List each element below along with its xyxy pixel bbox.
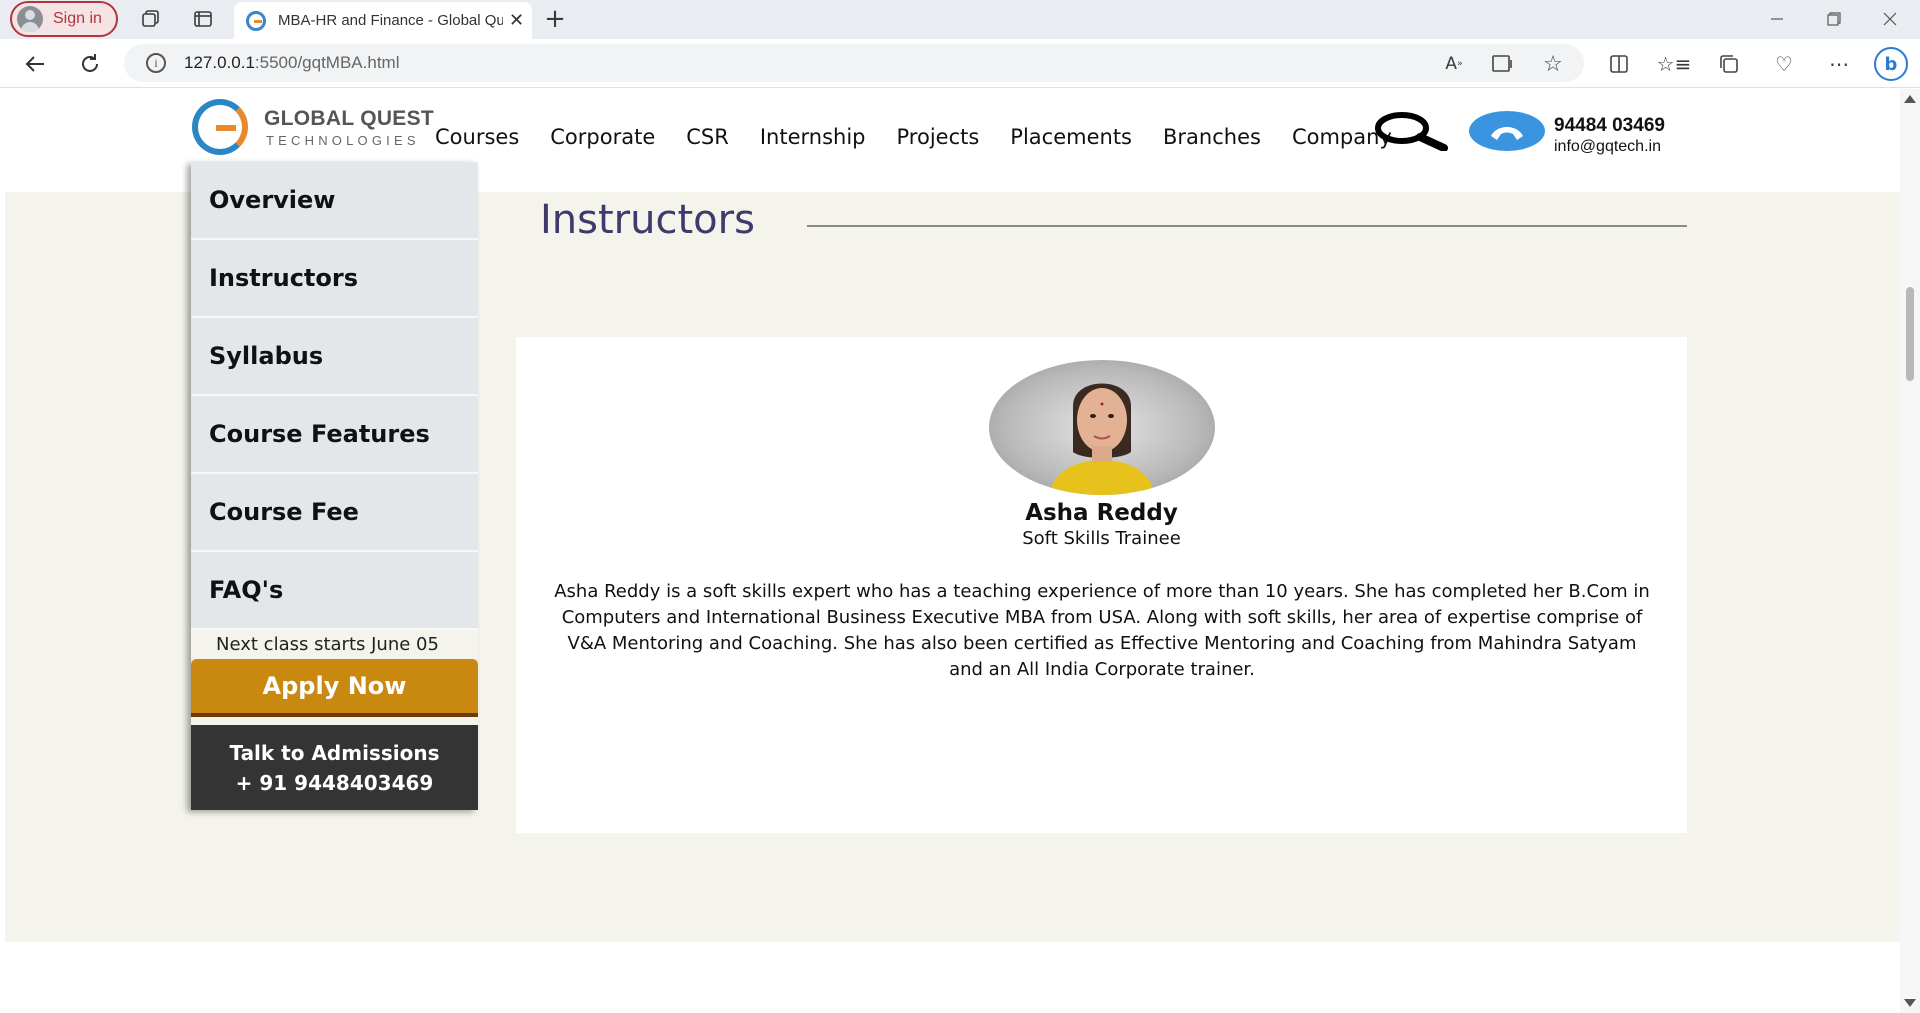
main-nav: Courses Corporate CSR Internship Project… <box>435 125 1423 149</box>
page-viewport: GLOBAL QUEST TECHNOLOGIES Courses Corpor… <box>0 89 1900 1013</box>
favorites-list-icon[interactable]: ☆≡ <box>1657 52 1692 76</box>
sidebar-item-course-features[interactable]: Course Features <box>191 396 478 474</box>
next-class-note: Next class starts June 05 <box>191 630 478 659</box>
copilot-icon[interactable]: b <box>1874 47 1908 81</box>
instructor-role: Soft Skills Trainee <box>1022 528 1181 549</box>
logo-mark-icon <box>192 99 248 155</box>
back-icon[interactable] <box>22 51 48 77</box>
browser-tab-active[interactable]: MBA-HR and Finance - Global Quest Techno… <box>234 2 532 39</box>
instructor-bio: Asha Reddy is a soft skills expert who h… <box>554 581 1650 680</box>
scroll-up-icon[interactable] <box>1904 95 1916 103</box>
tab-actions-icon[interactable] <box>192 8 214 30</box>
scroll-down-icon[interactable] <box>1904 999 1916 1007</box>
new-tab-icon[interactable]: + <box>543 4 567 34</box>
browser-address-bar: i 127.0.0.1:5500/gqtMBA.html A» ☆ ☆≡ ♡ ⋯… <box>0 39 1920 88</box>
close-tab-icon[interactable]: ✕ <box>509 10 524 31</box>
section-title: Instructors <box>540 197 755 243</box>
nav-branches[interactable]: Branches <box>1163 125 1261 149</box>
header-email[interactable]: info@gqtech.in <box>1554 138 1665 156</box>
read-aloud-icon[interactable]: A» <box>1442 52 1466 76</box>
tab-title: MBA-HR and Finance - Global Quest Techno… <box>278 12 503 29</box>
title-divider <box>807 225 1687 227</box>
sidebar-item-faqs[interactable]: FAQ's <box>191 552 478 630</box>
favorite-star-icon[interactable]: ☆ <box>1541 52 1565 77</box>
sidebar-item-instructors[interactable]: Instructors <box>191 240 478 318</box>
header-phone[interactable]: 94484 03469 <box>1554 115 1665 137</box>
nav-csr[interactable]: CSR <box>686 125 729 149</box>
logo-name: GLOBAL QUEST <box>264 107 435 130</box>
restore-icon[interactable] <box>1822 8 1846 30</box>
nav-placements[interactable]: Placements <box>1010 125 1132 149</box>
signin-button[interactable]: Sign in <box>10 1 118 37</box>
immersive-reader-icon[interactable] <box>1491 52 1515 76</box>
refresh-icon[interactable] <box>77 51 103 77</box>
profile-avatar-icon <box>17 6 43 32</box>
site-info-icon[interactable]: i <box>146 53 166 73</box>
search-icon[interactable] <box>1374 111 1448 152</box>
site-favicon-icon <box>246 10 266 31</box>
collections-icon[interactable] <box>1717 52 1741 76</box>
course-sidebar: Overview Instructors Syllabus Course Fea… <box>191 162 478 810</box>
minimize-icon[interactable] <box>1765 8 1789 30</box>
talk-phone: + 91 9448403469 <box>235 770 434 795</box>
contact-info: 94484 03469 info@gqtech.in <box>1554 115 1665 156</box>
sidebar-item-overview[interactable]: Overview <box>191 162 478 240</box>
split-screen-icon[interactable] <box>1607 52 1631 76</box>
sidebar-spacer <box>191 717 478 725</box>
talk-label: Talk to Admissions <box>229 740 440 765</box>
instructor-name: Asha Reddy <box>1025 500 1178 526</box>
instructor-photo <box>989 360 1215 495</box>
nav-corporate[interactable]: Corporate <box>550 125 655 149</box>
nav-internship[interactable]: Internship <box>760 125 866 149</box>
site-logo[interactable]: GLOBAL QUEST TECHNOLOGIES <box>192 99 434 155</box>
workspaces-icon[interactable] <box>140 8 162 30</box>
more-options-icon[interactable]: ⋯ <box>1827 52 1851 76</box>
browser-tab-bar: Sign in MBA-HR and Finance - Global Ques… <box>0 0 1920 39</box>
url-field[interactable]: i 127.0.0.1:5500/gqtMBA.html <box>124 44 1584 82</box>
page-scrollbar[interactable] <box>1900 89 1920 1013</box>
sidebar-item-syllabus[interactable]: Syllabus <box>191 318 478 396</box>
phone-icon[interactable] <box>1469 111 1545 151</box>
scrollbar-thumb[interactable] <box>1906 287 1914 381</box>
close-window-icon[interactable] <box>1878 8 1902 30</box>
nav-projects[interactable]: Projects <box>897 125 980 149</box>
logo-tagline: TECHNOLOGIES <box>266 133 420 148</box>
apply-now-button[interactable]: Apply Now <box>191 659 478 717</box>
signin-label: Sign in <box>53 10 102 27</box>
talk-to-admissions-box[interactable]: Talk to Admissions + 91 9448403469 <box>191 725 478 810</box>
instructor-card: Asha Reddy Soft Skills Trainee Asha Redd… <box>516 337 1687 833</box>
url-text: 127.0.0.1:5500/gqtMBA.html <box>184 53 400 72</box>
nav-courses[interactable]: Courses <box>435 125 519 149</box>
sidebar-item-course-fee[interactable]: Course Fee <box>191 474 478 552</box>
browser-essentials-icon[interactable]: ♡ <box>1772 52 1796 76</box>
